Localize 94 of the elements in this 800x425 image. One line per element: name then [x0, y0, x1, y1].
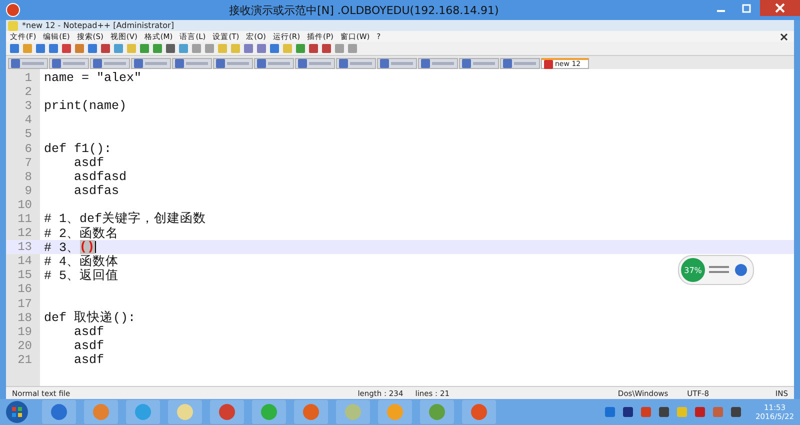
line-number: 11: [16, 212, 33, 226]
line-number: 18: [16, 310, 33, 325]
file-tab[interactable]: [213, 58, 253, 69]
file-tab[interactable]: [418, 58, 458, 69]
toolbar-icon[interactable]: [256, 43, 267, 54]
toolbar-icon[interactable]: [308, 43, 319, 54]
tray-icon[interactable]: [658, 406, 670, 418]
code-line: # 5、返回值: [44, 268, 119, 284]
memory-gauge: 37%: [681, 258, 705, 282]
file-tab[interactable]: [254, 58, 294, 69]
code-line: name = "alex": [44, 71, 142, 86]
line-number: 21: [16, 352, 33, 367]
file-tab[interactable]: [336, 58, 376, 69]
close-icon: [775, 3, 785, 13]
file-tab[interactable]: [295, 58, 335, 69]
line-number: 8: [24, 170, 33, 184]
toolbar-icon[interactable]: [48, 43, 59, 54]
close-button[interactable]: [760, 0, 800, 16]
code-line: asdfas: [73, 184, 120, 198]
restore-icon: [742, 3, 752, 13]
file-tab[interactable]: [500, 58, 540, 69]
toolbar-icon[interactable]: [74, 43, 85, 54]
code-line: asdf: [73, 352, 104, 367]
line-number: 10: [16, 198, 33, 212]
line-number: 15: [16, 268, 33, 282]
text-cursor: [94, 241, 96, 254]
code-line: # 2、函数名: [44, 226, 119, 241]
tray-icon[interactable]: [622, 406, 634, 418]
toolbar-icon[interactable]: [165, 43, 176, 54]
line-number: 17: [16, 296, 33, 311]
minimize-icon: [717, 10, 725, 12]
line-number: 12: [16, 226, 33, 240]
code-line: asdf: [73, 156, 104, 170]
tray-icon[interactable]: [604, 406, 616, 418]
line-number: 3: [24, 99, 33, 114]
line-number: 14: [16, 254, 33, 268]
line-number: 4: [24, 113, 33, 128]
line-number: 5: [24, 127, 33, 142]
code-line: asdf: [73, 324, 104, 339]
toolbar-icon[interactable]: [191, 43, 202, 54]
code-line: def f1():: [44, 142, 112, 156]
start-icon[interactable]: [6, 401, 28, 423]
line-number: 1: [24, 71, 33, 86]
code-line: print(name): [44, 99, 127, 114]
code-line: # 1、def关键字，创建函数: [44, 210, 206, 227]
file-tab[interactable]: [377, 58, 417, 69]
line-number: 13: [16, 240, 33, 254]
taskbar-app-icon[interactable]: [462, 400, 496, 424]
speed-bars-icon: [709, 265, 731, 275]
toolbar-icon[interactable]: [178, 43, 189, 54]
window-title: 接收演示或示范中[N] .OLDBOYEDU(192.168.14.91): [228, 2, 500, 18]
line-number: 16: [16, 282, 33, 296]
code-line: def 取快递():: [44, 310, 136, 326]
file-tab[interactable]: [131, 58, 171, 69]
file-tab[interactable]: [49, 58, 89, 69]
toolbar-icon[interactable]: [100, 43, 111, 54]
toolbar-icon[interactable]: [152, 43, 163, 54]
close-icon[interactable]: [780, 32, 788, 40]
editor-window-title: *new 12 - Notepad++ [Administrator]: [22, 21, 174, 30]
file-tab[interactable]: [8, 58, 48, 69]
line-number: 9: [24, 184, 33, 198]
line-number: 7: [24, 156, 33, 170]
app-icon: [6, 3, 20, 17]
tray-icon[interactable]: [694, 406, 706, 418]
file-tab[interactable]: [90, 58, 130, 69]
toolbar-icon[interactable]: [321, 43, 332, 54]
file-tab[interactable]: [459, 58, 499, 69]
brace-match: (): [80, 240, 95, 254]
toolbar-icon[interactable]: [295, 43, 306, 54]
line-number: 6: [24, 142, 33, 156]
code-line: asdf: [73, 338, 104, 353]
taskbar-app-icon[interactable]: [294, 400, 328, 424]
code-line: # 4、函数体: [44, 254, 119, 269]
toolbar-icon[interactable]: [35, 43, 46, 54]
taskbar-app-icon[interactable]: [42, 400, 76, 424]
taskbar-app-icon[interactable]: [210, 400, 244, 424]
line-number: 19: [16, 324, 33, 339]
tray-icon[interactable]: [730, 406, 742, 418]
line-number: 20: [16, 338, 33, 353]
toolbar-icon[interactable]: [243, 43, 254, 54]
code-line: asdfasd: [73, 170, 127, 184]
toolbar-icon[interactable]: [113, 43, 124, 54]
file-tab[interactable]: [172, 58, 212, 69]
toolbar-icon[interactable]: [347, 43, 358, 54]
notepad-icon: [8, 20, 18, 30]
toolbar-icon[interactable]: [9, 43, 20, 54]
toolbar-icon[interactable]: [87, 43, 98, 54]
line-number: 2: [24, 85, 33, 100]
toolbar-icon[interactable]: [61, 43, 72, 54]
toolbar-icon[interactable]: [139, 43, 150, 54]
toolbar-icon[interactable]: [269, 43, 280, 54]
toolbar-icon[interactable]: [204, 43, 215, 54]
code-line: # 3、: [44, 240, 80, 256]
toolbar-icon[interactable]: [334, 43, 345, 54]
